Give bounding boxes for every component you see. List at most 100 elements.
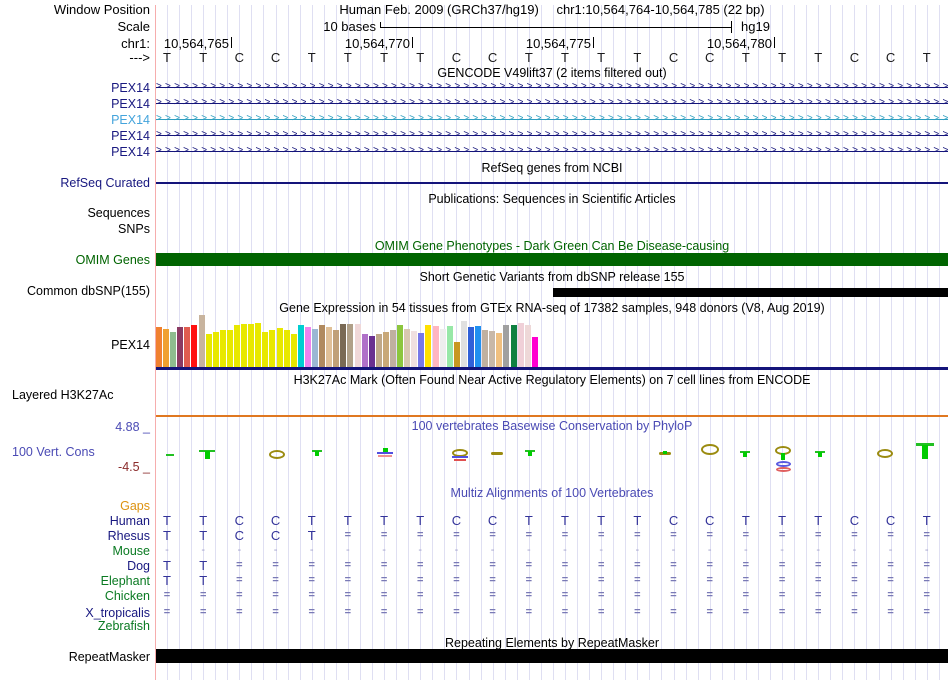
gtex-tissue-bar[interactable]: [198, 315, 205, 367]
gtex-tissue-bar[interactable]: [184, 327, 191, 367]
gtex-tissue-bar[interactable]: [446, 326, 453, 367]
gtex-tissue-bar[interactable]: [460, 321, 467, 367]
multiz-gaps-label[interactable]: Gaps: [0, 499, 150, 513]
gtex-tissue-bar[interactable]: [368, 336, 375, 367]
gtex-tissue-bar[interactable]: [255, 323, 262, 367]
multiz-species-label[interactable]: X_tropicalis: [0, 606, 150, 620]
gtex-tissue-bar[interactable]: [482, 330, 489, 367]
multiz-base-cell: T: [416, 513, 425, 528]
gtex-tissue-bar[interactable]: [524, 325, 531, 367]
multiz-species-label[interactable]: Dog: [0, 559, 150, 573]
gtex-tissue-bar[interactable]: [163, 329, 170, 367]
gtex-tissue-bar[interactable]: [212, 332, 219, 367]
refseq-curated-label[interactable]: RefSeq Curated: [0, 176, 150, 190]
gtex-tissue-bar[interactable]: [375, 334, 382, 367]
glyph-part: [378, 455, 392, 457]
gtex-tissue-bar[interactable]: [510, 325, 517, 367]
gtex-tissue-bar[interactable]: [241, 324, 248, 367]
gtex-tissue-bar[interactable]: [319, 325, 326, 367]
gtex-tissue-bar[interactable]: [333, 330, 340, 367]
gtex-tissue-bar[interactable]: [276, 328, 283, 367]
gtex-tissue-bar[interactable]: [517, 323, 524, 367]
gtex-tissue-bar[interactable]: [361, 334, 368, 367]
gtex-tissue-bar[interactable]: [170, 332, 177, 367]
gencode-gene-body[interactable]: >>>>>>>>>>>>>>>>>>>>>>>>>>>>>>>>>>>>>>>>…: [156, 81, 948, 93]
repeatmasker-label[interactable]: RepeatMasker: [0, 650, 150, 664]
gencode-gene-label[interactable]: PEX14: [0, 145, 150, 159]
gtex-baseline: [156, 367, 948, 370]
dbsnp-variant-bar[interactable]: [553, 288, 948, 297]
gtex-tissue-bar[interactable]: [354, 324, 361, 367]
gencode-gene-body[interactable]: >>>>>>>>>>>>>>>>>>>>>>>>>>>>>>>>>>>>>>>>…: [156, 113, 948, 125]
h3k27ac-label[interactable]: Layered H3K27Ac: [12, 388, 113, 402]
gene-strand-arrows: >>>>>>>>>>>>>>>>>>>>>>>>>>>>>>>>>>>>>>>>…: [156, 97, 948, 108]
multiz-base-cell: =: [778, 559, 786, 571]
gtex-tissue-bar[interactable]: [297, 325, 304, 367]
gencode-gene-label[interactable]: PEX14: [0, 97, 150, 111]
gtex-tissue-bar[interactable]: [531, 337, 538, 367]
multiz-base-cell: =: [453, 559, 460, 571]
gencode-gene-label[interactable]: PEX14: [0, 129, 150, 143]
gtex-tissue-bar[interactable]: [439, 329, 446, 367]
gencode-gene-body[interactable]: >>>>>>>>>>>>>>>>>>>>>>>>>>>>>>>>>>>>>>>>…: [156, 145, 948, 157]
gtex-gene-label[interactable]: PEX14: [0, 338, 150, 352]
gtex-tissue-bar[interactable]: [290, 334, 297, 367]
gencode-gene-body[interactable]: >>>>>>>>>>>>>>>>>>>>>>>>>>>>>>>>>>>>>>>>…: [156, 97, 948, 109]
multiz-species-label[interactable]: Elephant: [0, 574, 150, 588]
gtex-tissue-bar[interactable]: [432, 326, 439, 367]
glyph-part: [776, 467, 791, 472]
multiz-base-cell: =: [453, 574, 460, 586]
gtex-tissue-bar[interactable]: [503, 325, 510, 367]
multiz-species-label[interactable]: Mouse: [0, 544, 150, 558]
gtex-tissue-bar[interactable]: [389, 330, 396, 367]
gtex-tissue-bar[interactable]: [489, 331, 496, 367]
gtex-tissue-bar[interactable]: [347, 324, 354, 367]
multiz-base-cell: =: [344, 606, 352, 618]
gtex-tissue-bar[interactable]: [340, 324, 347, 367]
gtex-tissue-bar[interactable]: [425, 325, 432, 367]
gtex-tissue-bar[interactable]: [219, 330, 226, 367]
omim-gene-bar[interactable]: [156, 253, 948, 266]
gtex-tissue-bar[interactable]: [262, 332, 269, 367]
gtex-tissue-bar[interactable]: [205, 334, 212, 367]
multiz-species-label[interactable]: Human: [0, 514, 150, 528]
snps-label[interactable]: SNPs: [0, 222, 150, 236]
gtex-tissue-bar[interactable]: [404, 329, 411, 367]
gtex-tissue-bar[interactable]: [191, 325, 198, 367]
gtex-tissue-bar[interactable]: [311, 329, 318, 367]
repeatmasker-bar[interactable]: [156, 649, 948, 663]
gtex-tissue-bar[interactable]: [496, 333, 503, 367]
dbsnp-track-title: Short Genetic Variants from dbSNP releas…: [419, 270, 685, 284]
gtex-tissue-bar[interactable]: [418, 333, 425, 367]
gtex-tissue-bar[interactable]: [382, 332, 389, 367]
sequences-label[interactable]: Sequences: [0, 206, 150, 220]
gencode-gene-label[interactable]: PEX14: [0, 113, 150, 127]
gtex-tissue-bar[interactable]: [326, 327, 333, 367]
gtex-tissue-bar[interactable]: [411, 331, 418, 367]
gtex-tissue-bar[interactable]: [475, 326, 482, 367]
phylop-label[interactable]: 100 Vert. Cons: [12, 445, 95, 459]
multiz-base-cell: -: [490, 544, 495, 556]
gtex-tissue-bar[interactable]: [248, 324, 255, 367]
multiz-species-label[interactable]: Zebrafish: [0, 619, 150, 633]
multiz-species-label[interactable]: Chicken: [0, 589, 150, 603]
multiz-base-cell: T: [597, 513, 606, 528]
gtex-tissue-bar[interactable]: [269, 330, 276, 367]
refseq-gene-bar[interactable]: [156, 182, 948, 184]
gtex-tissue-bar[interactable]: [177, 327, 184, 367]
multiz-species-label[interactable]: Rhesus: [0, 529, 150, 543]
omim-genes-label[interactable]: OMIM Genes: [0, 253, 150, 267]
gtex-tissue-bar[interactable]: [233, 325, 240, 367]
phylop-min-label: -4.5 _: [118, 460, 150, 474]
gtex-tissue-bar[interactable]: [453, 342, 460, 367]
gtex-tissue-bar[interactable]: [304, 327, 311, 367]
gtex-tissue-bar[interactable]: [283, 330, 290, 367]
gtex-tissue-bar[interactable]: [397, 325, 404, 367]
gtex-tissue-bar[interactable]: [467, 327, 474, 367]
gencode-gene-body[interactable]: >>>>>>>>>>>>>>>>>>>>>>>>>>>>>>>>>>>>>>>>…: [156, 129, 948, 141]
dbsnp-label[interactable]: Common dbSNP(155): [0, 284, 150, 298]
gtex-tissue-bar[interactable]: [226, 330, 233, 367]
gencode-gene-label[interactable]: PEX14: [0, 81, 150, 95]
gtex-tissue-bar[interactable]: [156, 327, 162, 367]
multiz-base-cell: C: [270, 528, 281, 543]
